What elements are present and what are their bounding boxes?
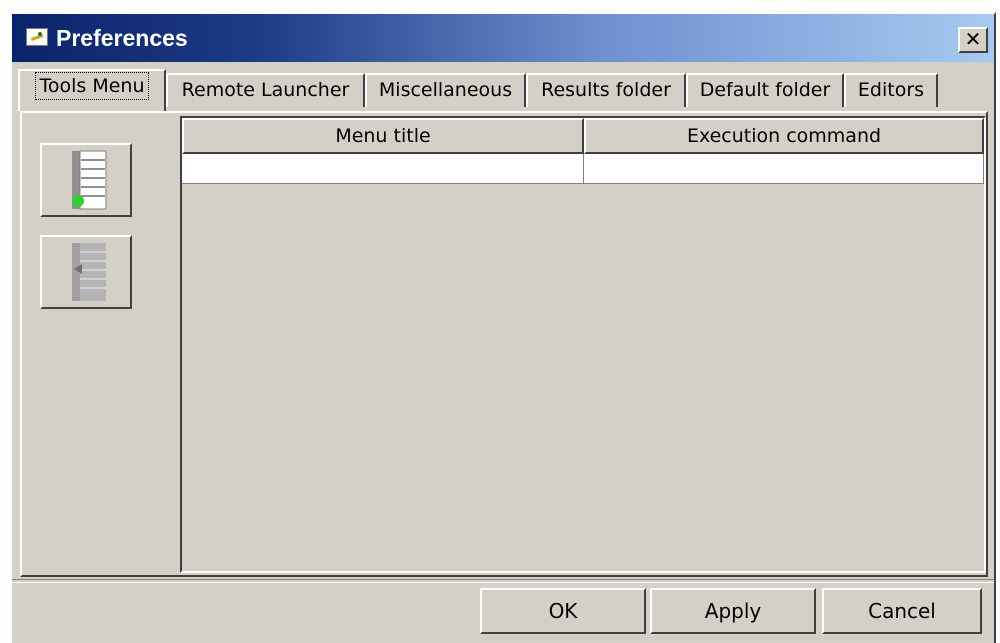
list-remove-icon: [72, 243, 106, 301]
remove-menu-item-button[interactable]: [40, 235, 132, 309]
tab-label: Editors: [857, 79, 925, 101]
column-header-menu-title[interactable]: Menu title: [182, 118, 584, 154]
cell-execution-command[interactable]: [584, 154, 984, 184]
close-button[interactable]: ✕: [958, 27, 988, 53]
title-bar[interactable]: Preferences ✕: [12, 14, 994, 62]
cell-menu-title[interactable]: [182, 154, 584, 184]
cancel-button[interactable]: Cancel: [822, 588, 982, 634]
window-title: Preferences: [56, 25, 188, 51]
tab-label: Remote Launcher: [181, 79, 350, 101]
tab-results-folder[interactable]: Results folder: [526, 73, 686, 107]
add-menu-item-button[interactable]: [40, 143, 132, 217]
tools-menu-table: Menu title Execution command: [180, 116, 986, 573]
tab-remote-launcher[interactable]: Remote Launcher: [166, 73, 365, 107]
footer-divider: [12, 579, 994, 583]
close-icon: ✕: [964, 27, 982, 51]
apply-button[interactable]: Apply: [650, 588, 816, 634]
tab-label: Default folder: [699, 79, 831, 101]
tab-label: Miscellaneous: [378, 79, 513, 101]
tab-editors[interactable]: Editors: [844, 73, 938, 107]
ok-button[interactable]: OK: [480, 588, 646, 634]
tab-label: Tools Menu: [35, 72, 149, 100]
tab-default-folder[interactable]: Default folder: [686, 73, 844, 107]
preferences-window: Preferences ✕ Tools Menu Remote Launcher…: [10, 12, 996, 643]
tab-strip: Tools Menu Remote Launcher Miscellaneous…: [18, 69, 988, 113]
list-add-icon: [72, 150, 107, 210]
tab-label: Results folder: [541, 79, 671, 101]
tab-tools-menu[interactable]: Tools Menu: [18, 69, 166, 111]
tab-miscellaneous[interactable]: Miscellaneous: [365, 73, 526, 107]
column-header-execution-command[interactable]: Execution command: [584, 118, 984, 154]
tools-menu-panel: Menu title Execution command: [20, 111, 988, 577]
app-icon: [26, 28, 48, 46]
